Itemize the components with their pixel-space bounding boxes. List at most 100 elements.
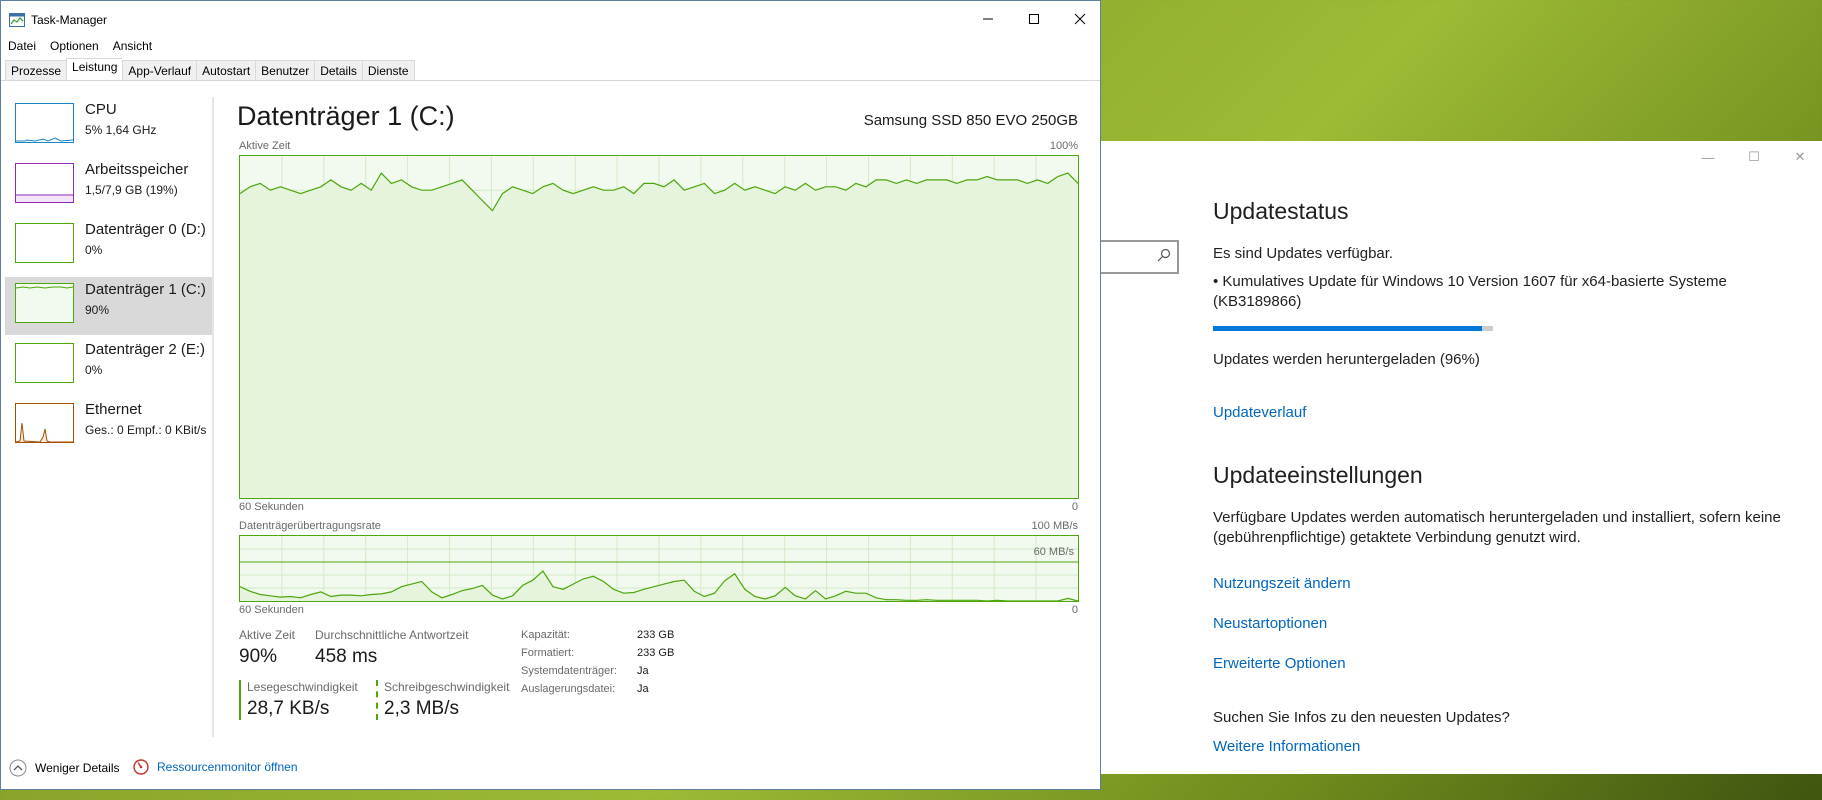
tab-bar: Prozesse Leistung App-Verlauf Autostart … xyxy=(5,58,415,81)
minimize-icon[interactable]: — xyxy=(1685,141,1731,173)
close-icon[interactable]: ✕ xyxy=(1777,141,1822,173)
sidebar-item-value: 0% xyxy=(85,363,103,377)
ethernet-thumbnail xyxy=(15,403,74,443)
chevron-up-icon xyxy=(9,759,27,777)
sidebar-item-value: 0% xyxy=(85,243,103,257)
maximize-button[interactable] xyxy=(1011,1,1057,37)
prop-formatted-label: Formatiert: xyxy=(521,647,575,659)
title-bar[interactable]: Task-Manager xyxy=(1,1,1100,37)
prop-formatted-value: 233 GB xyxy=(637,647,675,659)
sidebar-item-label: Ethernet xyxy=(85,401,142,418)
read-speed-value: 28,7 KB/s xyxy=(247,698,330,719)
resource-monitor-link[interactable]: Ressourcenmonitor öffnen xyxy=(133,759,298,775)
task-manager-icon xyxy=(9,13,25,27)
update-history-link[interactable]: Updateverlauf xyxy=(1213,404,1306,421)
tab-benutzer[interactable]: Benutzer xyxy=(255,60,315,81)
read-speed-marker xyxy=(239,680,241,720)
tab-details[interactable]: Details xyxy=(314,60,362,81)
graph-transfer-duration: 60 Sekunden xyxy=(239,604,304,616)
active-hours-link[interactable]: Nutzungszeit ändern xyxy=(1213,575,1351,592)
prop-system-disk-label: Systemdatenträger: xyxy=(521,665,617,677)
download-progress-fill xyxy=(1213,326,1482,331)
tab-leistung[interactable]: Leistung xyxy=(66,58,123,81)
disk-2-thumbnail xyxy=(15,343,74,383)
menu-optionen[interactable]: Optionen xyxy=(43,37,106,57)
write-speed-marker xyxy=(376,680,378,720)
graph-transfer-min: 0 xyxy=(1071,604,1078,616)
task-manager-window: Task-Manager Datei Optionen Ansicht Proz… xyxy=(0,0,1101,790)
close-button[interactable] xyxy=(1057,1,1103,37)
active-time-graph xyxy=(239,155,1079,499)
menu-bar: Datei Optionen Ansicht xyxy=(1,37,159,57)
restart-options-link[interactable]: Neustartoptionen xyxy=(1213,615,1327,632)
series-area xyxy=(240,173,1078,498)
active-time-stat-value: 90% xyxy=(239,646,278,667)
resource-monitor-label: Ressourcenmonitor öffnen xyxy=(157,760,298,774)
menu-datei[interactable]: Datei xyxy=(1,37,43,57)
transfer-rate-graph xyxy=(239,535,1079,602)
tab-app-verlauf[interactable]: App-Verlauf xyxy=(122,60,197,81)
tab-dienste[interactable]: Dienste xyxy=(361,60,415,81)
tab-divider xyxy=(1,80,1100,81)
settings-window: — ☐ ✕ Updatestatus Es sind Updates verfü… xyxy=(1100,141,1822,774)
prop-pagefile-value: Ja xyxy=(637,683,649,695)
sidebar-item-label: Arbeitsspeicher xyxy=(85,161,189,178)
fewer-details-button[interactable]: Weniger Details xyxy=(9,759,119,777)
minimize-button[interactable] xyxy=(965,1,1011,37)
prop-system-disk-value: Ja xyxy=(637,665,649,677)
maximize-icon[interactable]: ☐ xyxy=(1731,141,1777,173)
disk-model: Samsung SSD 850 EVO 250GB xyxy=(863,112,1078,129)
read-speed-label: Lesegeschwindigkeit xyxy=(247,680,358,694)
window-title: Task-Manager xyxy=(31,13,108,27)
advanced-options-link[interactable]: Erweiterte Optionen xyxy=(1213,655,1346,672)
active-time-stat-label: Aktive Zeit xyxy=(239,628,296,642)
write-speed-label: Schreibgeschwindigkeit xyxy=(384,680,510,694)
sidebar-item-disk-0[interactable]: Datenträger 0 (D:) 0% xyxy=(5,217,212,275)
sidebar-item-value: Ges.: 0 Empf.: 0 KBit/s xyxy=(85,423,207,437)
auto-update-text: Verfügbare Updates werden automatisch he… xyxy=(1213,509,1781,546)
more-info-link[interactable]: Weitere Informationen xyxy=(1213,738,1360,755)
bottom-bar: Weniger Details Ressourcenmonitor öffnen xyxy=(1,749,1100,785)
memory-thumbnail xyxy=(15,163,74,203)
sidebar-item-disk-2[interactable]: Datenträger 2 (E:) 0% xyxy=(5,337,212,395)
graph-transfer-label: Datenträgerübertragungsrate xyxy=(239,520,381,532)
graph-active-time-max: 100% xyxy=(1049,140,1078,152)
write-speed-value: 2,3 MB/s xyxy=(384,698,459,719)
prop-pagefile-label: Auslagerungsdatei: xyxy=(521,683,616,695)
sidebar-item-ethernet[interactable]: Ethernet Ges.: 0 Empf.: 0 KBit/s xyxy=(5,397,212,455)
disk-title: Datenträger 1 (C:) xyxy=(237,101,455,131)
prop-capacity-value: 233 GB xyxy=(637,629,675,641)
graph-transfer-mid: 60 MB/s xyxy=(1033,546,1074,558)
response-time-label: Durchschnittliche Antwortzeit xyxy=(315,628,469,642)
tab-autostart[interactable]: Autostart xyxy=(196,60,256,81)
tab-prozesse[interactable]: Prozesse xyxy=(5,60,67,81)
close-icon xyxy=(1074,13,1086,25)
sidebar-item-label: Datenträger 2 (E:) xyxy=(85,341,206,358)
resource-monitor-icon xyxy=(133,759,149,775)
prop-capacity-label: Kapazität: xyxy=(521,629,570,641)
sidebar-item-disk-1[interactable]: Datenträger 1 (C:) 90% xyxy=(5,277,212,335)
graph-active-time-min: 0 xyxy=(1071,501,1078,513)
sidebar-item-cpu[interactable]: CPU 5% 1,64 GHz xyxy=(5,97,212,155)
search-icon xyxy=(1157,248,1171,262)
sidebar-item-value: 1,5/7,9 GB (19%) xyxy=(85,183,178,197)
sidebar-item-value: 5% 1,64 GHz xyxy=(85,123,157,137)
sidebar-item-label: CPU xyxy=(85,101,117,118)
settings-window-controls: — ☐ ✕ xyxy=(1685,141,1822,173)
disk-0-thumbnail xyxy=(15,223,74,263)
fewer-details-label: Weniger Details xyxy=(35,761,120,775)
search-input[interactable] xyxy=(1101,240,1179,274)
download-progress-bar xyxy=(1213,326,1493,331)
sidebar-item-memory[interactable]: Arbeitsspeicher 1,5/7,9 GB (19%) xyxy=(5,157,212,215)
graph-active-time-label: Aktive Zeit xyxy=(239,140,291,152)
graph-transfer-max: 100 MB/s xyxy=(1031,520,1078,532)
cpu-thumbnail xyxy=(15,103,74,143)
graph-active-time-duration: 60 Sekunden xyxy=(239,501,304,513)
sidebar-item-label: Datenträger 1 (C:) xyxy=(85,281,206,298)
performance-sidebar: CPU 5% 1,64 GHz Arbeitsspeicher 1,5/7,9 … xyxy=(5,97,214,737)
update-settings-heading: Updateeinstellungen xyxy=(1213,462,1423,488)
menu-ansicht[interactable]: Ansicht xyxy=(106,37,159,57)
disk-1-thumbnail xyxy=(15,283,74,323)
maximize-icon xyxy=(1029,14,1039,24)
sidebar-item-value: 90% xyxy=(85,303,110,317)
